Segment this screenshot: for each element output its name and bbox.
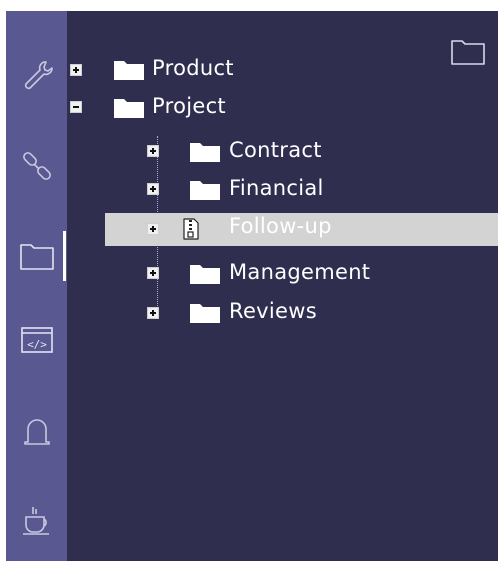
folder-icon bbox=[114, 99, 144, 118]
expand-toggle[interactable] bbox=[147, 223, 159, 235]
expand-toggle[interactable] bbox=[147, 183, 159, 195]
tree-node-label: Management bbox=[229, 260, 371, 284]
collapse-toggle[interactable] bbox=[70, 101, 82, 113]
open-folder-button[interactable] bbox=[450, 37, 486, 71]
link-icon bbox=[22, 152, 51, 180]
sidebar-item-tools[interactable] bbox=[6, 51, 67, 101]
expand-toggle[interactable] bbox=[70, 64, 82, 76]
tree-node-label: Product bbox=[152, 56, 234, 80]
expand-toggle[interactable] bbox=[147, 267, 159, 279]
folder-icon bbox=[19, 244, 54, 270]
tree-node-label: Follow-up bbox=[229, 214, 332, 238]
app-window: </> Product Project Contract Financial F… bbox=[6, 11, 498, 561]
sidebar-item-code[interactable]: </> bbox=[6, 315, 67, 365]
sidebar-item-notifications[interactable] bbox=[6, 407, 67, 457]
folder-outline-icon bbox=[451, 40, 485, 65]
bell-icon bbox=[23, 419, 50, 445]
sidebar-rail: </> bbox=[6, 11, 67, 561]
svg-text:</>: </> bbox=[27, 338, 47, 351]
tree-node-label: Project bbox=[152, 94, 226, 118]
tree-node-label: Financial bbox=[229, 176, 324, 200]
code-window-icon: </> bbox=[20, 327, 53, 353]
coffee-cup-icon bbox=[22, 507, 49, 535]
folder-icon bbox=[190, 143, 220, 162]
expand-toggle[interactable] bbox=[147, 307, 159, 319]
folder-icon bbox=[114, 61, 144, 80]
zip-file-icon bbox=[183, 218, 199, 240]
sidebar-item-files[interactable] bbox=[6, 231, 67, 281]
folder-icon bbox=[190, 181, 220, 200]
expand-toggle[interactable] bbox=[147, 145, 159, 157]
active-indicator bbox=[63, 231, 66, 281]
folder-icon bbox=[190, 304, 220, 323]
wrench-icon bbox=[24, 61, 53, 90]
sidebar-item-links[interactable] bbox=[6, 141, 67, 191]
folder-icon bbox=[190, 265, 220, 284]
sidebar-item-coffee[interactable] bbox=[6, 495, 67, 545]
tree-node-label: Reviews bbox=[229, 299, 317, 323]
tree-node-label: Contract bbox=[229, 138, 322, 162]
